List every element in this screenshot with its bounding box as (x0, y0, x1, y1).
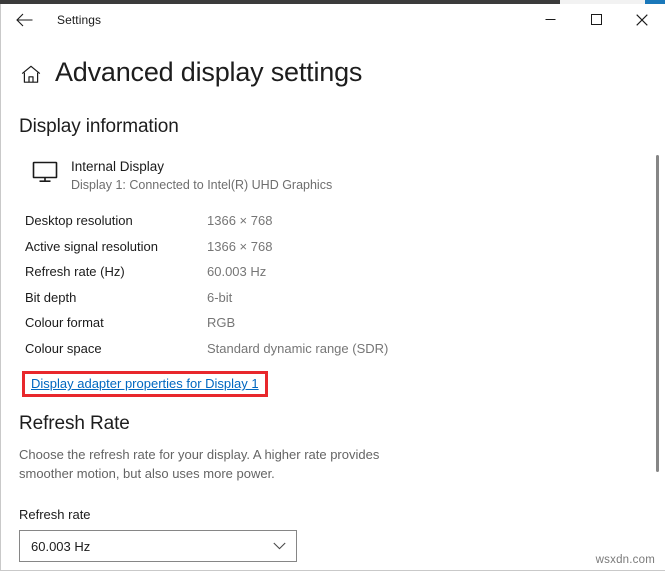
watermark: wsxdn.com (596, 554, 655, 566)
clipped-bottom-text (31, 548, 34, 562)
display-device-subtitle: Display 1: Connected to Intel(R) UHD Gra… (71, 177, 332, 195)
info-value: 6-bit (207, 285, 388, 311)
page-title: Advanced display settings (55, 58, 362, 88)
monitor-glyph-icon (31, 160, 59, 184)
back-arrow-icon (16, 13, 33, 27)
home-icon[interactable] (19, 63, 43, 87)
display-information-heading: Display information (19, 116, 665, 138)
refresh-rate-dropdown[interactable]: 60.003 Hz (19, 530, 297, 562)
info-label: Desktop resolution (25, 208, 207, 234)
info-value: RGB (207, 310, 388, 336)
title-bar: Settings (1, 4, 665, 36)
info-label: Bit depth (25, 285, 207, 311)
page-content: Advanced display settings Display inform… (1, 58, 665, 562)
page-header: Advanced display settings (19, 58, 665, 88)
display-info-table: Desktop resolution 1366 × 768 Active sig… (25, 208, 388, 361)
display-device-row: Internal Display Display 1: Connected to… (31, 158, 665, 195)
window-title: Settings (57, 13, 101, 27)
display-adapter-properties-link[interactable]: Display adapter properties for Display 1 (22, 371, 268, 397)
table-row: Colour format RGB (25, 310, 388, 336)
refresh-rate-field-label: Refresh rate (19, 507, 665, 522)
refresh-rate-selected-value: 60.003 Hz (31, 539, 90, 554)
info-label: Active signal resolution (25, 234, 207, 260)
settings-window: Settings (0, 4, 665, 571)
caption-button-group (527, 4, 665, 36)
refresh-rate-heading: Refresh Rate (19, 413, 665, 435)
monitor-icon (31, 160, 59, 184)
info-value: 1366 × 768 (207, 208, 388, 234)
display-info-table-body: Desktop resolution 1366 × 768 Active sig… (25, 208, 388, 361)
display-device-name: Internal Display (71, 158, 332, 176)
maximize-button[interactable] (573, 4, 619, 35)
info-value: 60.003 Hz (207, 259, 388, 285)
info-label: Colour space (25, 336, 207, 362)
back-button[interactable] (3, 5, 45, 35)
minimize-icon (545, 14, 556, 25)
info-label: Colour format (25, 310, 207, 336)
display-adapter-link-wrapper: Display adapter properties for Display 1 (22, 371, 268, 397)
vertical-scrollbar[interactable] (649, 36, 665, 570)
close-icon (636, 14, 648, 26)
refresh-rate-description: Choose the refresh rate for your display… (19, 446, 414, 484)
table-row: Desktop resolution 1366 × 768 (25, 208, 388, 234)
scrollbar-thumb[interactable] (656, 155, 659, 472)
table-row: Bit depth 6-bit (25, 285, 388, 311)
home-glyph-icon (21, 65, 41, 84)
display-device-text: Internal Display Display 1: Connected to… (71, 158, 332, 195)
minimize-button[interactable] (527, 4, 573, 35)
table-row: Refresh rate (Hz) 60.003 Hz (25, 259, 388, 285)
table-row: Colour space Standard dynamic range (SDR… (25, 336, 388, 362)
chevron-down-glyph-icon (273, 542, 286, 550)
close-button[interactable] (619, 4, 665, 35)
chevron-down-icon (273, 542, 286, 550)
info-value: Standard dynamic range (SDR) (207, 336, 388, 362)
table-row: Active signal resolution 1366 × 768 (25, 234, 388, 260)
info-label: Refresh rate (Hz) (25, 259, 207, 285)
maximize-icon (591, 14, 602, 25)
info-value: 1366 × 768 (207, 234, 388, 260)
